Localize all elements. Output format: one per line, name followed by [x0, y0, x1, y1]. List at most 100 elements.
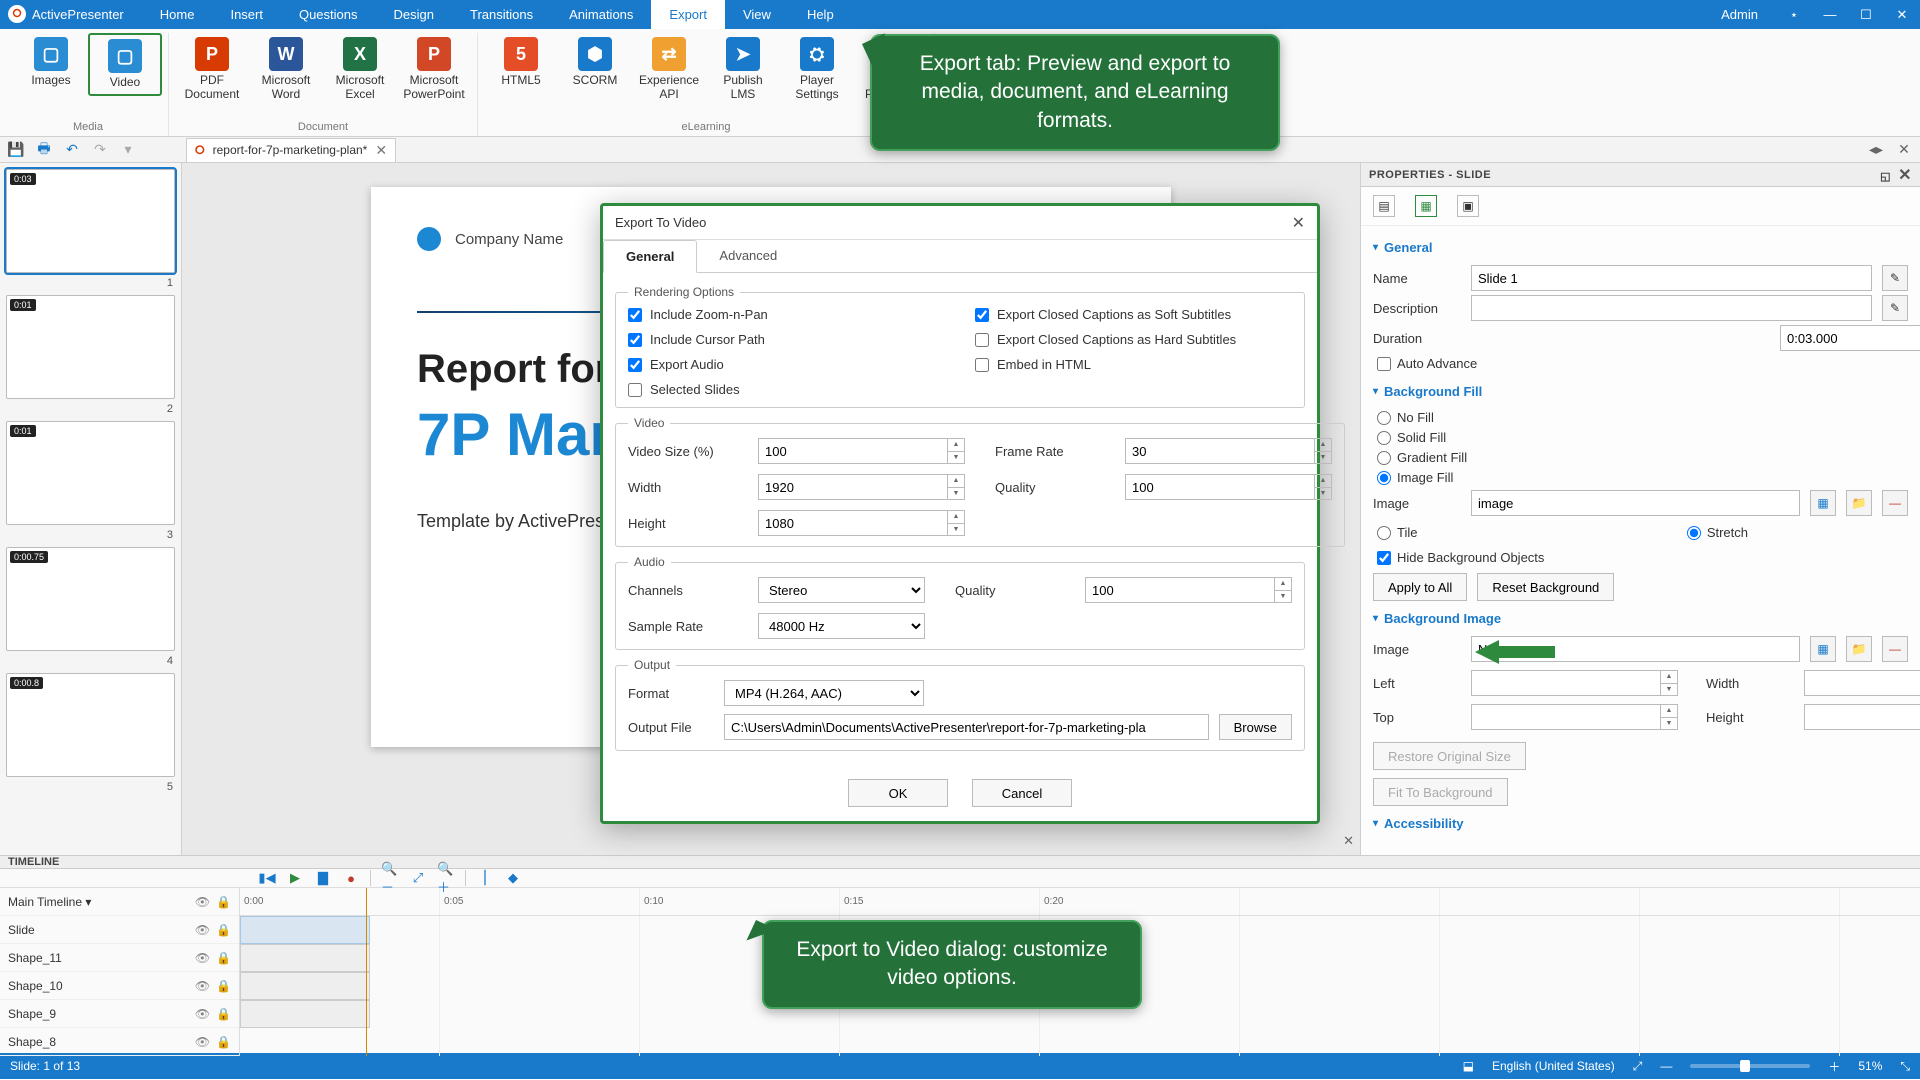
hide-bg-objects-checkbox[interactable]: [1377, 551, 1391, 565]
ribbon-pdf[interactable]: PPDFDocument: [175, 33, 249, 106]
menu-help[interactable]: Help: [789, 0, 852, 29]
video-quality-spinner[interactable]: ▲▼: [1314, 474, 1332, 500]
timeline-segment[interactable]: [240, 916, 370, 944]
menu-export[interactable]: Export: [651, 0, 725, 29]
slide-thumb-2[interactable]: 0:01: [6, 295, 175, 399]
visibility-icon[interactable]: 👁: [195, 1035, 210, 1049]
lock-icon[interactable]: 🔒: [216, 895, 231, 909]
fill-no-fill-radio[interactable]: [1377, 411, 1391, 425]
panel-expand-icon[interactable]: ◂▸: [1866, 140, 1886, 160]
video-height-spinner[interactable]: ▲▼: [947, 510, 965, 536]
undo-icon[interactable]: ↶: [62, 140, 82, 160]
slide-thumb-5[interactable]: 0:00.8: [6, 673, 175, 777]
ribbon-microsoft[interactable]: XMicrosoftExcel: [323, 33, 397, 106]
panel-pop-icon[interactable]: ◱: [1880, 171, 1891, 183]
bgimg-folder-icon[interactable]: 📁: [1846, 636, 1872, 662]
lang-icon[interactable]: ⬓: [1463, 1059, 1474, 1073]
video-size-spinner[interactable]: ▲▼: [947, 438, 965, 464]
minimize-icon[interactable]: —: [1812, 0, 1848, 29]
height-input[interactable]: [1804, 704, 1920, 730]
output-file-input[interactable]: [724, 714, 1209, 740]
lock-icon[interactable]: 🔒: [216, 1007, 231, 1021]
zoom-fit-icon[interactable]: ⤡: [1900, 1059, 1910, 1074]
canvas-close-icon[interactable]: ✕: [1343, 833, 1354, 849]
dialog-tab-advanced[interactable]: Advanced: [697, 240, 799, 272]
props-tab-general-icon[interactable]: ▤: [1373, 195, 1395, 217]
user-name[interactable]: Admin: [1721, 0, 1776, 29]
timeline-row-shape_10[interactable]: Shape_10👁🔒: [0, 972, 239, 1000]
save-icon[interactable]: 💾: [6, 140, 26, 160]
format-select[interactable]: MP4 (H.264, AAC): [724, 680, 924, 706]
timeline-ruler[interactable]: 0:000:050:100:150:20: [240, 888, 1920, 916]
tl-play-icon[interactable]: ▶: [286, 869, 304, 887]
export-audiocheckbox[interactable]: [628, 358, 642, 372]
props-tab-size-icon[interactable]: ▣: [1457, 195, 1479, 217]
help-icon[interactable]: ⋆: [1776, 0, 1812, 29]
ribbon-scorm[interactable]: ⬢SCORM: [558, 33, 632, 92]
zoom-out-icon[interactable]: —: [1660, 1059, 1672, 1073]
tl-split-icon[interactable]: ⎮: [476, 869, 494, 887]
channels-select[interactable]: Stereo: [758, 577, 925, 603]
include-cursor-pathcheckbox[interactable]: [628, 333, 642, 347]
zoom-in-icon[interactable]: ＋: [1828, 1058, 1840, 1075]
audio-quality-input[interactable]: [1085, 577, 1274, 603]
ribbon-microsoft[interactable]: PMicrosoftPowerPoint: [397, 33, 471, 106]
ribbon-video[interactable]: ▢Video: [88, 33, 162, 96]
slide-thumb-1[interactable]: 0:03: [6, 169, 175, 273]
description-input[interactable]: [1471, 295, 1872, 321]
slide-panel[interactable]: 0:0310:0120:0130:00.7540:00.85: [0, 163, 182, 855]
dialog-tab-general[interactable]: General: [603, 240, 697, 273]
section-bg-image[interactable]: Background Image: [1373, 603, 1908, 632]
tl-record-icon[interactable]: ●: [342, 869, 360, 887]
main-timeline-label[interactable]: Main Timeline ▾: [8, 895, 91, 909]
left-input[interactable]: [1471, 670, 1660, 696]
image-remove-icon[interactable]: —: [1882, 490, 1908, 516]
tl-stop-icon[interactable]: ▇: [314, 869, 332, 887]
cancel-button[interactable]: Cancel: [972, 779, 1072, 807]
image-folder-icon[interactable]: 📁: [1846, 490, 1872, 516]
description-edit-icon[interactable]: ✎: [1882, 295, 1908, 321]
lock-icon[interactable]: 🔒: [216, 923, 231, 937]
embed-in-htmlcheckbox[interactable]: [975, 358, 989, 372]
timeline-segment[interactable]: [240, 972, 370, 1000]
video-width-spinner[interactable]: ▲▼: [947, 474, 965, 500]
document-tab[interactable]: ⭘ report-for-7p-marketing-plan* ✕: [186, 138, 396, 162]
lock-icon[interactable]: 🔒: [216, 979, 231, 993]
fit-icon[interactable]: ⤢: [1633, 1059, 1643, 1074]
visibility-icon[interactable]: 👁: [195, 1007, 210, 1021]
slide-thumb-4[interactable]: 0:00.75: [6, 547, 175, 651]
zoom-slider[interactable]: [1690, 1064, 1810, 1068]
video-width-input[interactable]: [758, 474, 947, 500]
top-spinner[interactable]: ▲▼: [1660, 704, 1678, 730]
fill-solid-fill-radio[interactable]: [1377, 431, 1391, 445]
slide-thumb-3[interactable]: 0:01: [6, 421, 175, 525]
status-language[interactable]: English (United States): [1492, 1059, 1615, 1073]
menu-animations[interactable]: Animations: [551, 0, 651, 29]
ribbon-images[interactable]: ▢Images: [14, 33, 88, 92]
redo-icon[interactable]: ↷: [90, 140, 110, 160]
bgimg-remove-icon[interactable]: —: [1882, 636, 1908, 662]
stretch-radio[interactable]: [1687, 526, 1701, 540]
tl-zoom-out-icon[interactable]: 🔍－: [381, 869, 399, 887]
left-spinner[interactable]: ▲▼: [1660, 670, 1678, 696]
image-pick-icon[interactable]: ▦: [1810, 490, 1836, 516]
menu-home[interactable]: Home: [142, 0, 213, 29]
tl-zoom-in-icon[interactable]: 🔍＋: [437, 869, 455, 887]
lock-icon[interactable]: 🔒: [216, 1035, 231, 1049]
tl-zoom-fit-icon[interactable]: ⤢: [409, 869, 427, 887]
playhead[interactable]: [366, 888, 367, 1056]
lock-icon[interactable]: 🔒: [216, 951, 231, 965]
export-closed-captions-as-hard-subtitlescheckbox[interactable]: [975, 333, 989, 347]
ribbon-html5[interactable]: 5HTML5: [484, 33, 558, 92]
tl-skip-start-icon[interactable]: ▮◀: [258, 869, 276, 887]
selected-slidescheckbox[interactable]: [628, 383, 642, 397]
ribbon-microsoft[interactable]: WMicrosoftWord: [249, 33, 323, 106]
visibility-icon[interactable]: 👁: [195, 923, 210, 937]
menu-view[interactable]: View: [725, 0, 789, 29]
tile-radio[interactable]: [1377, 526, 1391, 540]
panel-close-icon[interactable]: ✕: [1894, 140, 1914, 160]
menu-design[interactable]: Design: [376, 0, 452, 29]
ribbon-publish[interactable]: ➤PublishLMS: [706, 33, 780, 106]
reset-background-button[interactable]: Reset Background: [1477, 573, 1614, 601]
timeline-segment[interactable]: [240, 1000, 370, 1028]
